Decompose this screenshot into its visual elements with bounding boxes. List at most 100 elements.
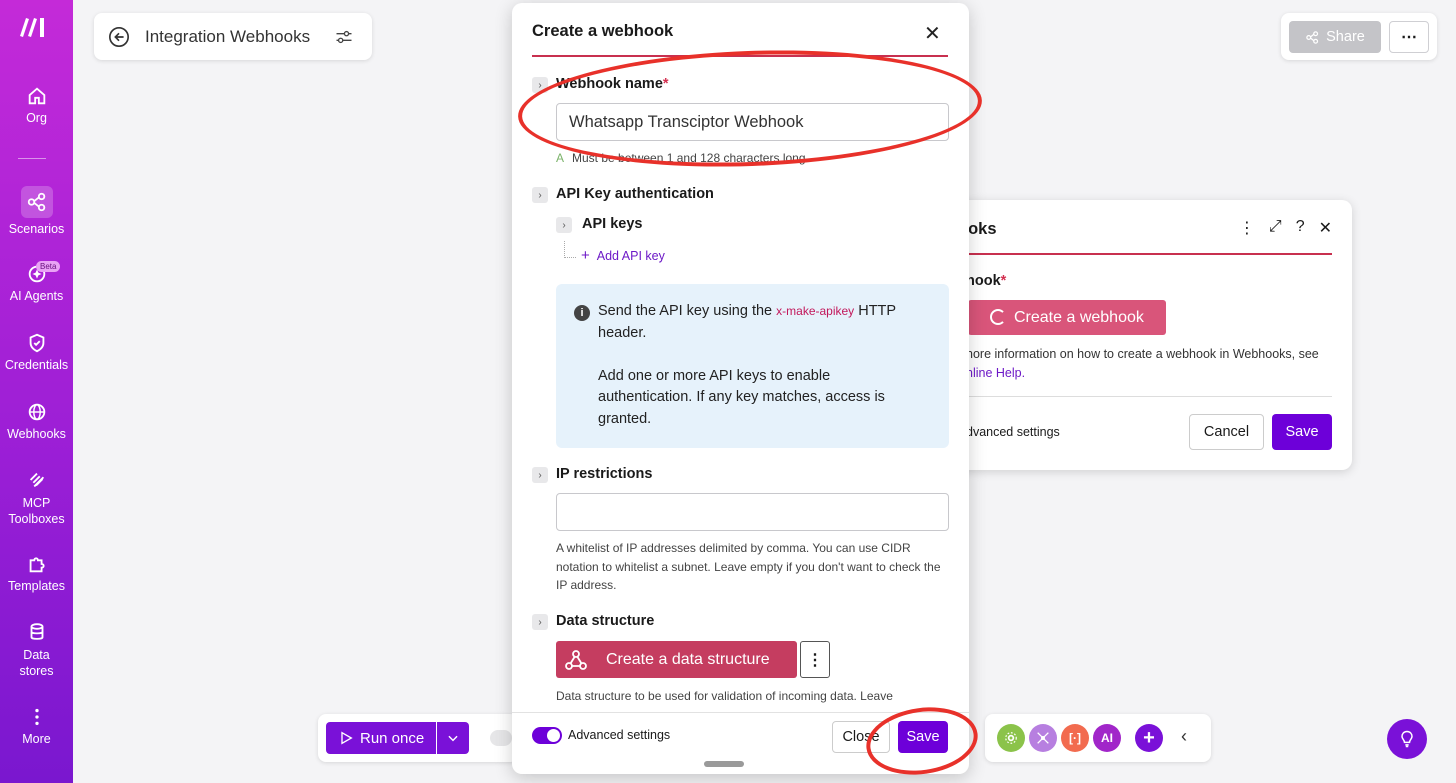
sidebar-item-org[interactable]: Org xyxy=(0,85,73,125)
ip-restrictions-hint: A whitelist of IP addresses delimited by… xyxy=(556,541,941,592)
dialog-title: Create a webhook xyxy=(532,22,674,40)
create-webhook-dialog: Create a webhook ✕ › Webhook name* AMust… xyxy=(512,3,969,774)
lightbulb-icon xyxy=(1401,730,1413,748)
tools-gear-icon[interactable] xyxy=(997,724,1025,752)
globe-icon xyxy=(26,401,48,423)
puzzle-icon xyxy=(26,553,48,575)
plus-icon: + xyxy=(581,247,590,264)
run-once-button[interactable]: Run once xyxy=(326,722,436,754)
sidebar: Org Scenarios AI Agents Beta Credentials… xyxy=(0,0,73,783)
home-icon xyxy=(26,85,48,107)
close-icon[interactable]: ✕ xyxy=(924,21,941,46)
tools-toolbar: [·] AI + ‹ xyxy=(985,714,1211,762)
close-icon[interactable]: ✕ xyxy=(1319,218,1332,238)
webhook-icon xyxy=(565,650,587,670)
mcp-icon xyxy=(26,469,48,491)
run-toolbar: Run once xyxy=(318,714,518,762)
save-button[interactable]: Save xyxy=(898,721,948,753)
resize-handle[interactable] xyxy=(704,761,744,767)
advanced-settings-toggle[interactable] xyxy=(532,727,562,744)
make-logo-icon[interactable] xyxy=(17,14,49,38)
text-parser-icon[interactable]: [·] xyxy=(1061,724,1089,752)
api-key-info-box: i Send the API key using the x-make-apik… xyxy=(556,284,949,448)
webhook-name-hint: A Must be between 1 and 128 characters lo… xyxy=(556,151,809,165)
add-api-key-button[interactable]: + Add API key xyxy=(581,247,665,264)
loading-spinner-icon xyxy=(990,309,1006,325)
sidebar-item-credentials[interactable]: Credentials xyxy=(0,332,73,372)
lightbulb-help-button[interactable] xyxy=(1387,719,1427,759)
sidebar-item-label: Data stores xyxy=(19,648,54,678)
cancel-button[interactable]: Cancel xyxy=(1189,414,1264,450)
advanced-settings-label: dvanced settings xyxy=(966,425,1060,439)
online-help-link[interactable]: nline Help. xyxy=(966,366,1025,380)
module-help-text: nore information on how to create a webh… xyxy=(966,347,1319,380)
chevron-right-icon[interactable]: › xyxy=(532,187,548,203)
create-webhook-button[interactable]: Create a webhook xyxy=(968,300,1166,335)
module-settings-panel: ooks ⋮ ⤢ ? ✕ hook* Create a webhook nore… xyxy=(940,200,1352,470)
dialog-footer-divider xyxy=(512,712,969,713)
share-icon xyxy=(1306,30,1319,44)
run-options-button[interactable] xyxy=(437,722,469,754)
info-text: Send the API key using the x-make-apikey… xyxy=(598,303,896,427)
help-icon[interactable]: ? xyxy=(1296,218,1305,238)
more-options-button[interactable]: ⋯ xyxy=(1389,21,1429,53)
flow-control-icon[interactable] xyxy=(1029,724,1057,752)
chevron-right-icon[interactable]: › xyxy=(532,467,548,483)
chevron-left-icon[interactable]: ‹ xyxy=(1181,726,1187,747)
expand-icon[interactable]: ⤢ xyxy=(1269,218,1282,238)
advanced-settings-label: Advanced settings xyxy=(568,728,671,742)
sidebar-item-label: Scenarios xyxy=(8,222,65,236)
module-save-button[interactable]: Save xyxy=(1272,414,1332,450)
sidebar-item-scenarios[interactable]: Scenarios xyxy=(0,186,73,236)
sidebar-item-label: More xyxy=(22,732,51,746)
sidebar-item-label: Credentials xyxy=(4,358,69,372)
top-actions: Share ⋯ xyxy=(1281,13,1437,60)
sidebar-item-label: AI Agents xyxy=(9,289,64,303)
ip-restrictions-label: IP restrictions xyxy=(556,466,653,482)
share-button[interactable]: Share xyxy=(1289,21,1381,53)
add-module-button[interactable]: + xyxy=(1135,724,1163,752)
back-arrow-icon[interactable] xyxy=(108,26,130,48)
tree-connector xyxy=(564,241,576,258)
module-panel-actions: ⋮ ⤢ ? ✕ xyxy=(1239,218,1332,238)
module-panel-underline xyxy=(940,253,1332,255)
database-icon xyxy=(26,621,48,643)
sidebar-divider xyxy=(18,158,46,159)
sidebar-item-mcp-toolboxes[interactable]: MCP Toolboxes xyxy=(0,469,73,527)
ip-restrictions-input[interactable] xyxy=(556,493,949,531)
sidebar-item-more[interactable]: More xyxy=(0,706,73,746)
dialog-title-underline xyxy=(532,55,948,57)
settings-sliders-icon[interactable] xyxy=(334,27,354,47)
sidebar-item-label: Templates xyxy=(8,579,65,593)
close-button[interactable]: Close xyxy=(832,721,890,753)
sidebar-item-label: Webhooks xyxy=(7,427,66,441)
api-key-auth-label: API Key authentication xyxy=(556,186,714,202)
webhook-field-label: hook* xyxy=(966,273,1007,289)
chevron-right-icon[interactable]: › xyxy=(532,614,548,630)
header-code: x-make-apikey xyxy=(776,304,855,318)
kebab-menu-icon[interactable]: ⋮ xyxy=(1239,218,1255,238)
shield-check-icon xyxy=(26,332,48,354)
chevron-right-icon[interactable]: › xyxy=(532,77,548,93)
webhook-name-input[interactable] xyxy=(556,103,949,141)
scenario-header: Integration Webhooks xyxy=(94,13,372,60)
vertical-dots-icon xyxy=(26,706,48,728)
module-panel-divider xyxy=(958,396,1332,397)
data-structure-options-button[interactable]: ⋮ xyxy=(800,641,830,678)
sidebar-item-templates[interactable]: Templates xyxy=(0,553,73,593)
schedule-toggle[interactable] xyxy=(490,730,512,746)
sidebar-item-label: Org xyxy=(26,111,47,125)
page-title: Integration Webhooks xyxy=(145,27,311,46)
chevron-down-icon xyxy=(448,735,458,742)
create-data-structure-button[interactable]: Create a data structure xyxy=(556,641,797,678)
chevron-right-icon[interactable]: › xyxy=(556,217,572,233)
sidebar-item-webhooks[interactable]: Webhooks xyxy=(0,401,73,441)
sidebar-item-data-stores[interactable]: Data stores xyxy=(0,621,73,679)
info-icon: i xyxy=(574,305,590,321)
text-format-icon: A xyxy=(556,151,565,165)
data-structure-label: Data structure xyxy=(556,613,655,629)
play-icon xyxy=(341,731,353,745)
ai-tool-icon[interactable]: AI xyxy=(1093,724,1121,752)
data-structure-hint: Data structure to be used for validation… xyxy=(556,689,893,703)
share-nodes-icon xyxy=(20,186,53,218)
